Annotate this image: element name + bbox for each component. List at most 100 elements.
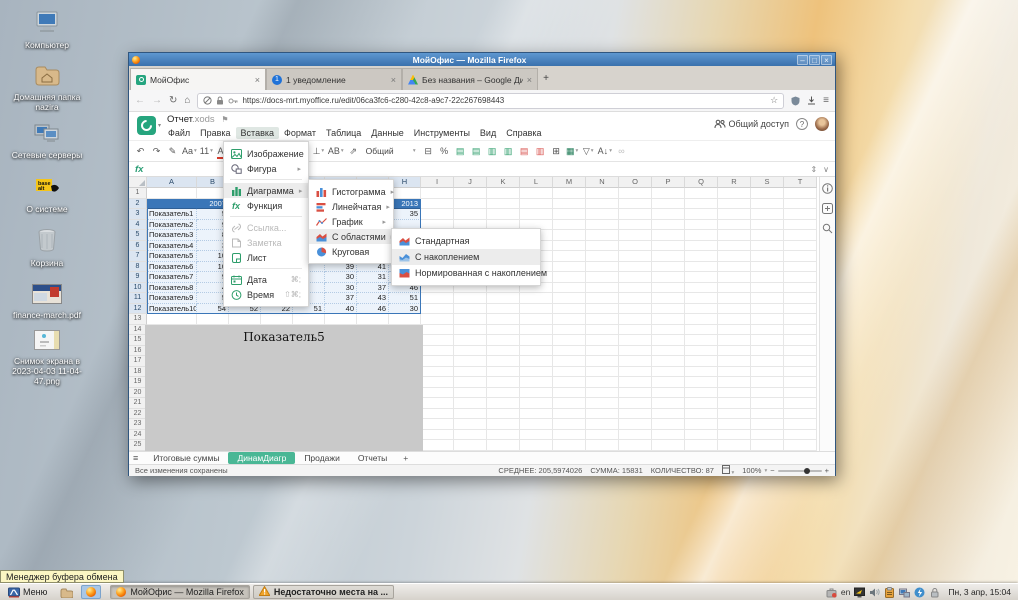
forward-icon[interactable]: → bbox=[152, 95, 162, 106]
cell-I25[interactable] bbox=[421, 440, 454, 451]
cell-O8[interactable] bbox=[619, 262, 652, 273]
cell-L22[interactable] bbox=[520, 409, 553, 420]
cell-R12[interactable] bbox=[718, 304, 751, 315]
cell-L20[interactable] bbox=[520, 388, 553, 399]
cell-Q21[interactable] bbox=[685, 398, 718, 409]
cell-S6[interactable] bbox=[751, 241, 784, 252]
zoom-slider[interactable] bbox=[778, 470, 822, 472]
cell-M22[interactable] bbox=[553, 409, 586, 420]
menubar-item-6[interactable]: Данные bbox=[366, 127, 409, 139]
column-header-P[interactable]: P bbox=[652, 177, 685, 188]
cell-T5[interactable] bbox=[784, 230, 817, 241]
cell-T4[interactable] bbox=[784, 220, 817, 231]
cell-I23[interactable] bbox=[421, 419, 454, 430]
cell-O21[interactable] bbox=[619, 398, 652, 409]
cell-Q15[interactable] bbox=[685, 335, 718, 346]
cell-O25[interactable] bbox=[619, 440, 652, 451]
delete-column-icon[interactable]: ▥ bbox=[533, 143, 548, 159]
row-header-7[interactable]: 7 bbox=[129, 251, 147, 262]
row-header-12[interactable]: 12 bbox=[129, 304, 147, 315]
menubar-item-4[interactable]: Формат bbox=[279, 127, 321, 139]
cell-R21[interactable] bbox=[718, 398, 751, 409]
cell-K15[interactable] bbox=[487, 335, 520, 346]
cell-I15[interactable] bbox=[421, 335, 454, 346]
cell-K13[interactable] bbox=[487, 314, 520, 325]
cell-P8[interactable] bbox=[652, 262, 685, 273]
cell-S15[interactable] bbox=[751, 335, 784, 346]
cell-S11[interactable] bbox=[751, 293, 784, 304]
cell-M1[interactable] bbox=[553, 188, 586, 199]
column-header-A[interactable]: A bbox=[147, 177, 197, 188]
delete-row-icon[interactable]: ▤ bbox=[517, 143, 532, 159]
cell-S1[interactable] bbox=[751, 188, 784, 199]
cell-T12[interactable] bbox=[784, 304, 817, 315]
cell-I2[interactable] bbox=[421, 199, 454, 210]
cell-C13[interactable] bbox=[229, 314, 261, 325]
resize-formula-bar-icon[interactable]: ⇕ bbox=[810, 165, 817, 174]
cell-N9[interactable] bbox=[586, 272, 619, 283]
cell-K3[interactable] bbox=[487, 209, 520, 220]
sheet-tab-2[interactable]: ДинамДиагр bbox=[228, 452, 295, 464]
cell-O22[interactable] bbox=[619, 409, 652, 420]
cell-K22[interactable] bbox=[487, 409, 520, 420]
insert-row-above-icon[interactable]: ▤ bbox=[453, 143, 468, 159]
tab-close-icon[interactable]: × bbox=[527, 75, 532, 85]
menu-item-area1[interactable]: Стандартная bbox=[392, 233, 540, 249]
row-header-11[interactable]: 11 bbox=[129, 293, 147, 304]
about-system-icon[interactable]: basealt bbox=[34, 176, 60, 203]
site-info-icon[interactable] bbox=[203, 96, 212, 105]
cell-P3[interactable] bbox=[652, 209, 685, 220]
cell-Q7[interactable] bbox=[685, 251, 718, 262]
cell-K21[interactable] bbox=[487, 398, 520, 409]
cell-N15[interactable] bbox=[586, 335, 619, 346]
row-header-4[interactable]: 4 bbox=[129, 220, 147, 231]
freeze-panes-icon[interactable]: ⊞ bbox=[549, 143, 564, 159]
cell-O10[interactable] bbox=[619, 283, 652, 294]
cell-M15[interactable] bbox=[553, 335, 586, 346]
cell-F12[interactable]: 40 bbox=[325, 304, 357, 315]
session-icon[interactable] bbox=[826, 587, 837, 598]
cell-D13[interactable] bbox=[261, 314, 293, 325]
avatar[interactable] bbox=[815, 117, 829, 131]
cell-L19[interactable] bbox=[520, 377, 553, 388]
cell-N3[interactable] bbox=[586, 209, 619, 220]
cell-R14[interactable] bbox=[718, 325, 751, 336]
flag-icon[interactable]: ⚑ bbox=[221, 115, 228, 124]
cell-O18[interactable] bbox=[619, 367, 652, 378]
help-button[interactable]: ? bbox=[796, 118, 808, 130]
menu-item-hist[interactable]: Гистограмма▸ bbox=[309, 184, 393, 199]
file-manager-button[interactable] bbox=[55, 585, 78, 599]
cell-S18[interactable] bbox=[751, 367, 784, 378]
cell-R7[interactable] bbox=[718, 251, 751, 262]
url-text[interactable]: https://docs-mrt.myoffice.ru/edit/06ca3f… bbox=[242, 96, 766, 105]
cell-J3[interactable] bbox=[454, 209, 487, 220]
menu-item-date[interactable]: Дата⌘; bbox=[224, 272, 308, 287]
cell-J16[interactable] bbox=[454, 346, 487, 357]
cell-J12[interactable] bbox=[454, 304, 487, 315]
cell-P7[interactable] bbox=[652, 251, 685, 262]
start-menu-button[interactable]: Меню bbox=[3, 585, 52, 599]
cell-R3[interactable] bbox=[718, 209, 751, 220]
cell-F10[interactable]: 30 bbox=[325, 283, 357, 294]
cell-K1[interactable] bbox=[487, 188, 520, 199]
row-header-6[interactable]: 6 bbox=[129, 241, 147, 252]
menu-item-line[interactable]: График▸ bbox=[309, 214, 393, 229]
menu-item-area2[interactable]: С накоплением bbox=[392, 249, 540, 265]
text-rotation-icon[interactable]: ⇗ bbox=[346, 143, 361, 159]
cell-K23[interactable] bbox=[487, 419, 520, 430]
cell-L11[interactable] bbox=[520, 293, 553, 304]
cell-M3[interactable] bbox=[553, 209, 586, 220]
cell-S16[interactable] bbox=[751, 346, 784, 357]
network-servers-icon[interactable] bbox=[34, 122, 60, 149]
cell-P6[interactable] bbox=[652, 241, 685, 252]
cell-M24[interactable] bbox=[553, 430, 586, 441]
row-header-13[interactable]: 13 bbox=[129, 314, 147, 325]
cell-O4[interactable] bbox=[619, 220, 652, 231]
cell-M14[interactable] bbox=[553, 325, 586, 336]
cell-I17[interactable] bbox=[421, 356, 454, 367]
cell-J11[interactable] bbox=[454, 293, 487, 304]
cell-K12[interactable] bbox=[487, 304, 520, 315]
cell-S7[interactable] bbox=[751, 251, 784, 262]
row-header-1[interactable]: 1 bbox=[129, 188, 147, 199]
cell-R22[interactable] bbox=[718, 409, 751, 420]
